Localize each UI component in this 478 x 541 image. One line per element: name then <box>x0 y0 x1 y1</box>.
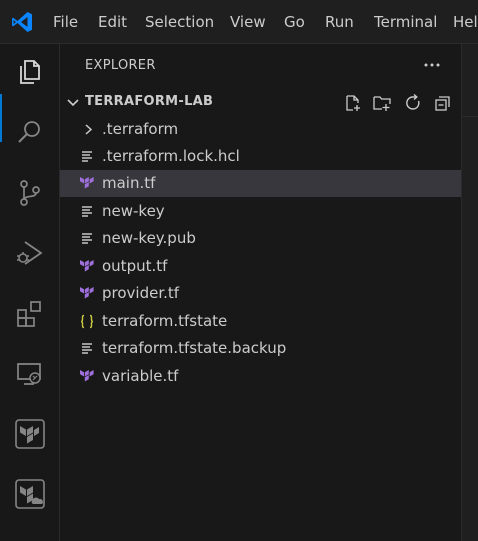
tree-item-label: .terraform <box>102 120 179 138</box>
tree-file-output-tf[interactable]: output.tf <box>60 253 461 280</box>
tree-item-label: .terraform.lock.hcl <box>102 147 240 165</box>
menu-selection[interactable]: Selection <box>145 11 214 33</box>
terraform-file-icon <box>80 370 94 382</box>
menu-view[interactable]: View <box>230 11 266 33</box>
remote-explorer-icon[interactable] <box>14 358 46 390</box>
tree-file-new-key[interactable]: new-key <box>60 198 461 225</box>
lines-file-icon <box>82 343 92 354</box>
chevron-right-icon <box>85 124 93 135</box>
menu-edit[interactable]: Edit <box>98 11 127 33</box>
collapse-all-icon[interactable] <box>434 94 452 112</box>
terraform-cloud-icon[interactable] <box>14 478 46 510</box>
lines-file-icon <box>82 206 92 217</box>
terraform-file-icon <box>80 287 94 299</box>
new-folder-icon[interactable] <box>373 94 391 112</box>
tree-item-label: provider.tf <box>102 284 180 302</box>
tree-file-variable-tf[interactable]: variable.tf <box>60 363 461 390</box>
editor-tab-divider <box>462 116 478 117</box>
lines-file-icon <box>82 233 92 244</box>
extensions-icon[interactable] <box>14 298 46 330</box>
tree-item-label: variable.tf <box>102 367 179 385</box>
tree-folder-terraform[interactable]: .terraform <box>60 116 461 143</box>
tree-item-label: new-key.pub <box>102 229 196 247</box>
source-control-icon[interactable] <box>14 177 46 209</box>
workspace-folder-header[interactable]: TERRAFORM-LAB <box>60 90 461 116</box>
tree-file-terraform-lock-hcl[interactable]: .terraform.lock.hcl <box>60 143 461 170</box>
vscode-logo-icon[interactable] <box>10 10 34 34</box>
run-debug-icon[interactable] <box>14 237 46 269</box>
chevron-down-icon <box>67 99 79 107</box>
tree-file-new-key-pub[interactable]: new-key.pub <box>60 225 461 252</box>
menu-file[interactable]: File <box>53 11 78 33</box>
terraform-file-icon <box>80 177 94 189</box>
terraform-file-icon <box>80 260 94 272</box>
search-icon[interactable] <box>14 116 46 148</box>
title-bar: File Edit Selection View Go Run Terminal… <box>0 0 478 44</box>
tree-file-terraform-tfstate-backup[interactable]: terraform.tfstate.backup <box>60 335 461 362</box>
explorer-title: EXPLORER <box>85 58 156 73</box>
tree-item-label: new-key <box>102 202 165 220</box>
active-indicator <box>0 94 2 142</box>
tree-file-main-tf[interactable]: main.tf <box>60 170 461 197</box>
menu-help[interactable]: Hel <box>453 11 478 33</box>
terraform-icon[interactable] <box>14 418 46 450</box>
refresh-icon[interactable] <box>404 94 422 112</box>
workspace-folder-name: TERRAFORM-LAB <box>85 94 214 109</box>
menu-run[interactable]: Run <box>325 11 354 33</box>
tree-file-terraform-tfstate[interactable]: terraform.tfstate <box>60 308 461 335</box>
menu-terminal[interactable]: Terminal <box>374 11 437 33</box>
new-file-icon[interactable] <box>344 94 362 112</box>
lines-file-icon <box>82 151 92 162</box>
explorer-sidebar: EXPLORER TERRAFORM-LAB .terraform .terra… <box>60 44 462 541</box>
activity-bar <box>0 44 60 541</box>
tree-file-provider-tf[interactable]: provider.tf <box>60 280 461 307</box>
tree-item-label: main.tf <box>102 174 156 192</box>
menu-go[interactable]: Go <box>284 11 305 33</box>
tree-item-label: output.tf <box>102 257 168 275</box>
json-braces-icon <box>80 314 94 329</box>
tree-item-label: terraform.tfstate <box>102 312 228 330</box>
tree-item-label: terraform.tfstate.backup <box>102 339 287 357</box>
explorer-icon[interactable] <box>14 56 46 88</box>
more-actions-icon[interactable] <box>422 60 442 70</box>
editor-area[interactable] <box>462 44 478 541</box>
